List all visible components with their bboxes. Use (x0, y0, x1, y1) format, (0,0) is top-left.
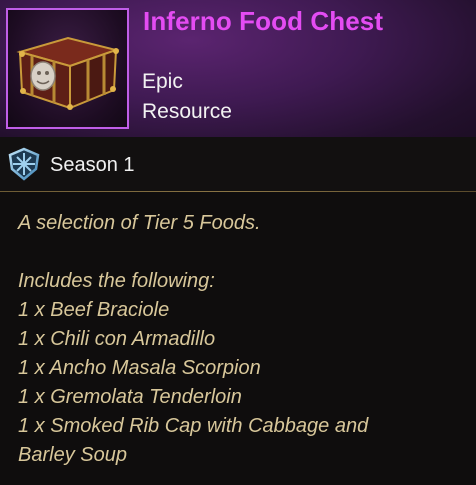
season-label: Season 1 (50, 154, 135, 176)
included-item: 1 x Ancho Masala Scorpion (18, 357, 261, 379)
includes-header: Includes the following: (18, 270, 215, 292)
included-item: 1 x Smoked Rib Cap with Cabbage and (18, 415, 369, 437)
item-name: Inferno Food Chest (143, 6, 384, 36)
item-description: A selection of Tier 5 Foods. Includes th… (18, 209, 468, 470)
description-summary: A selection of Tier 5 Foods. (18, 212, 261, 234)
included-item: 1 x Gremolata Tenderloin (18, 386, 242, 408)
included-item: Barley Soup (18, 444, 127, 466)
item-type: Resource (142, 100, 232, 123)
included-item: 1 x Beef Braciole (18, 299, 170, 321)
included-item: 1 x Chili con Armadillo (18, 328, 216, 350)
section-divider (0, 191, 476, 192)
treasure-chest-icon (16, 36, 120, 110)
item-thumbnail (6, 8, 129, 129)
season-shield-icon (8, 147, 40, 181)
item-tooltip: Inferno Food Chest Epic Resource Season … (0, 0, 476, 485)
season-row: Season 1 (0, 137, 476, 191)
tooltip-header: Inferno Food Chest Epic Resource (0, 0, 476, 137)
item-rarity: Epic (142, 70, 183, 93)
